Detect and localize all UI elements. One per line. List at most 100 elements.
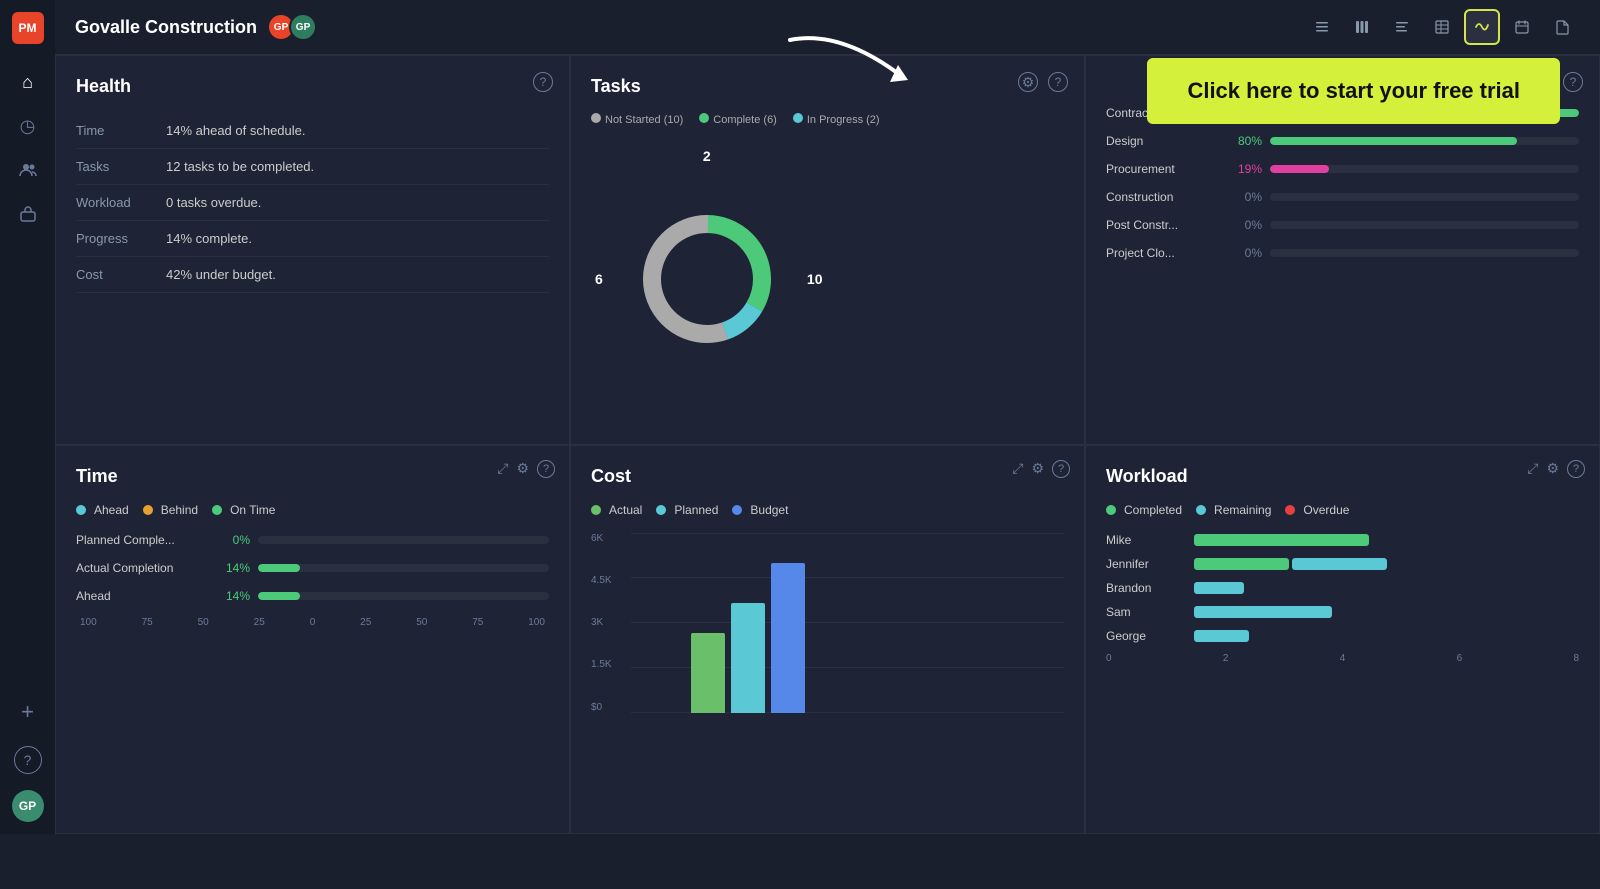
- time-row-fill: [258, 592, 300, 600]
- cost-bar-budget: [771, 563, 805, 713]
- sidebar-help-button[interactable]: ?: [14, 746, 42, 774]
- time-legend: AheadBehindOn Time: [76, 503, 549, 517]
- user-avatar[interactable]: GP: [12, 790, 44, 822]
- tasks-content: 6 10 2: [591, 134, 1064, 424]
- time-row-label: Ahead: [76, 589, 206, 603]
- sidebar-item-time[interactable]: ◷: [10, 108, 46, 144]
- task-bar-row: Post Constr... 0%: [1106, 218, 1579, 232]
- workload-help-icon[interactable]: ?: [1567, 460, 1585, 478]
- time-panel: Time ⤢ ⚙ ? AheadBehindOn Time Planned Co…: [55, 445, 570, 835]
- main-content: Health ? Time14% ahead of schedule.Tasks…: [55, 55, 1600, 834]
- tasks-detail-help-button[interactable]: ?: [1563, 72, 1583, 92]
- tasks-bar-list: [833, 134, 1065, 424]
- time-row-label: Actual Completion: [76, 561, 206, 575]
- cost-bars: [691, 563, 805, 713]
- workload-rows: Mike Jennifer Brandon Sam George: [1106, 533, 1579, 643]
- workload-bars: [1194, 630, 1249, 642]
- app-logo[interactable]: PM: [12, 12, 44, 44]
- health-row: Progress14% complete.: [76, 221, 549, 257]
- task-bar-label: Construction: [1106, 190, 1216, 204]
- health-label: Cost: [76, 257, 166, 293]
- workload-person-name: Sam: [1106, 605, 1186, 619]
- cost-chart-area: 6K4.5K3K1.5K$0: [591, 533, 1064, 733]
- workload-legend-item: Overdue: [1285, 503, 1349, 517]
- page-title: Govalle Construction: [75, 17, 257, 38]
- time-title: Time: [76, 466, 549, 487]
- tool-align-button[interactable]: [1384, 9, 1420, 45]
- workload-axis: 02468: [1106, 653, 1579, 664]
- task-bar-label: Procurement: [1106, 162, 1216, 176]
- tasks-panel: Tasks ? ⚙ Not Started (10)Complete (6)In…: [570, 55, 1085, 445]
- tool-list-button[interactable]: [1304, 9, 1340, 45]
- tool-doc-button[interactable]: [1544, 9, 1580, 45]
- task-bar-label: Project Clo...: [1106, 246, 1216, 260]
- workload-panel: Workload ⤢ ⚙ ? Completed Remaining Overdue…: [1085, 445, 1600, 835]
- workload-expand-icon[interactable]: ⤢: [1527, 460, 1538, 478]
- avatar-2[interactable]: GP: [289, 13, 317, 41]
- cost-bar-actual: [691, 633, 725, 713]
- task-bar-pct: 19%: [1224, 162, 1262, 176]
- sidebar-add-button[interactable]: +: [10, 694, 46, 730]
- time-row: Actual Completion 14%: [76, 561, 549, 575]
- cost-title: Cost: [591, 466, 1064, 487]
- time-help-icon[interactable]: ?: [537, 460, 555, 478]
- task-bar-row: Construction 0%: [1106, 190, 1579, 204]
- donut-label-left: 6: [595, 271, 603, 287]
- workload-legend: Completed Remaining Overdue: [1106, 503, 1579, 517]
- health-value: 14% ahead of schedule.: [166, 113, 549, 149]
- workload-bar-remaining: [1194, 582, 1244, 594]
- time-row: Planned Comple... 0%: [76, 533, 549, 547]
- sidebar-item-people[interactable]: [10, 152, 46, 188]
- task-bar-track: [1270, 165, 1579, 173]
- tool-cols-button[interactable]: [1344, 9, 1380, 45]
- health-value: 0 tasks overdue.: [166, 185, 549, 221]
- time-axis: 1007550250255075100: [76, 617, 549, 628]
- workload-bar-remaining: [1292, 558, 1387, 570]
- tool-calendar-button[interactable]: [1504, 9, 1540, 45]
- workload-bars: [1194, 582, 1244, 594]
- workload-legend-item: Completed: [1106, 503, 1182, 517]
- time-row-fill: [258, 564, 300, 572]
- workload-bars: [1194, 534, 1369, 546]
- tasks-help-button[interactable]: ?: [1048, 72, 1068, 92]
- task-bar-row: Project Clo... 0%: [1106, 246, 1579, 260]
- time-rows: Planned Comple... 0% Actual Completion 1…: [76, 533, 549, 603]
- workload-row: Sam: [1106, 605, 1579, 619]
- donut-label-top: 2: [703, 148, 711, 164]
- task-bar-fill: [1270, 165, 1329, 173]
- workload-person-name: Brandon: [1106, 581, 1186, 595]
- task-bar-track: [1270, 137, 1579, 145]
- sidebar-item-home[interactable]: ⌂: [10, 64, 46, 100]
- workload-settings-icon[interactable]: ⚙: [1546, 460, 1559, 478]
- health-label: Time: [76, 113, 166, 149]
- health-help-button[interactable]: ?: [533, 72, 553, 92]
- cost-y-axis: 6K4.5K3K1.5K$0: [591, 533, 612, 713]
- workload-legend-item: Remaining: [1196, 503, 1271, 517]
- workload-title: Workload: [1106, 466, 1579, 487]
- tasks-settings-button[interactable]: ⚙: [1018, 72, 1038, 92]
- workload-row: Jennifer: [1106, 557, 1579, 571]
- time-row-track: [258, 564, 549, 572]
- task-bar-track: [1270, 249, 1579, 257]
- health-value: 42% under budget.: [166, 257, 549, 293]
- cost-help-icon[interactable]: ?: [1052, 460, 1070, 478]
- time-row-pct: 0%: [214, 533, 250, 547]
- task-bar-track: [1270, 221, 1579, 229]
- health-label: Tasks: [76, 149, 166, 185]
- time-expand-icon[interactable]: ⤢: [497, 460, 508, 478]
- cost-expand-icon[interactable]: ⤢: [1012, 460, 1023, 478]
- health-row: Tasks12 tasks to be completed.: [76, 149, 549, 185]
- time-panel-icons: ⤢ ⚙ ?: [497, 460, 555, 478]
- tool-table-button[interactable]: [1424, 9, 1460, 45]
- time-row-label: Planned Comple...: [76, 533, 206, 547]
- sidebar-item-briefcase[interactable]: [10, 196, 46, 232]
- task-bar-pct: 0%: [1224, 246, 1262, 260]
- task-legend-item: In Progress (2): [793, 113, 880, 126]
- cost-legend-item: Planned: [656, 503, 718, 517]
- time-row-pct: 14%: [214, 589, 250, 603]
- workload-person-name: Jennifer: [1106, 557, 1186, 571]
- cost-settings-icon[interactable]: ⚙: [1031, 460, 1044, 478]
- time-settings-icon[interactable]: ⚙: [516, 460, 529, 478]
- free-trial-banner[interactable]: Click here to start your free trial: [1147, 58, 1560, 124]
- tool-chart-button[interactable]: [1464, 9, 1500, 45]
